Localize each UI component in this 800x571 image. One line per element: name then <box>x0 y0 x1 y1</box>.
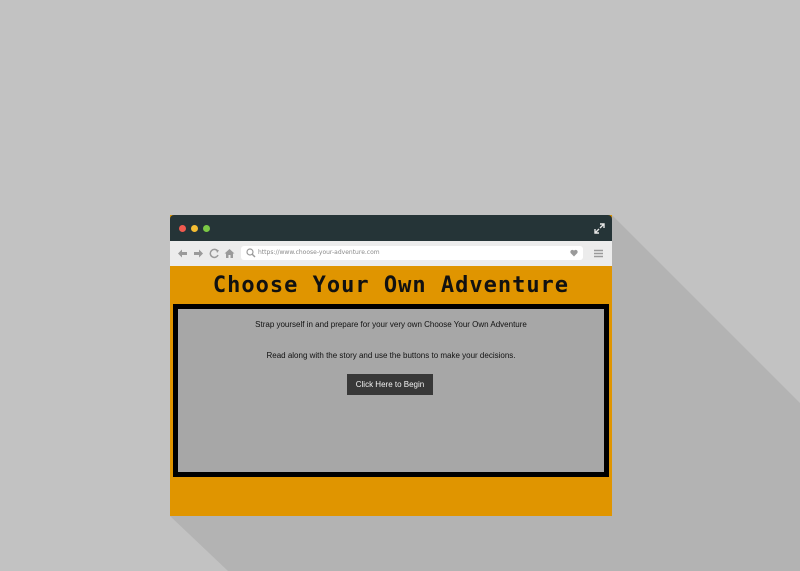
back-arrow-icon[interactable] <box>177 248 188 259</box>
menu-icon[interactable] <box>594 249 603 258</box>
page-footer <box>170 477 612 516</box>
instruction-text: Read along with the story and use the bu… <box>266 351 516 360</box>
minimize-window-button[interactable] <box>191 225 198 232</box>
zoom-window-button[interactable] <box>203 225 210 232</box>
page-title: Choose Your Own Adventure <box>212 272 570 298</box>
begin-button[interactable]: Click Here to Begin <box>347 374 433 395</box>
home-icon[interactable] <box>224 248 235 259</box>
page-header: Choose Your Own Adventure <box>170 266 612 304</box>
address-bar[interactable]: https://www.choose-your-adventure.com <box>241 246 583 260</box>
heart-icon[interactable] <box>570 249 578 257</box>
expand-icon[interactable] <box>594 223 605 234</box>
forward-arrow-icon[interactable] <box>193 248 204 259</box>
reload-icon[interactable] <box>209 248 220 259</box>
search-icon <box>246 248 256 258</box>
browser-navbar: https://www.choose-your-adventure.com <box>170 241 612 266</box>
story-panel: Strap yourself in and prepare for your v… <box>173 304 609 477</box>
address-bar-url: https://www.choose-your-adventure.com <box>258 249 380 256</box>
browser-titlebar <box>170 215 612 241</box>
intro-text: Strap yourself in and prepare for your v… <box>255 320 527 329</box>
close-window-button[interactable] <box>179 225 186 232</box>
browser-window: https://www.choose-your-adventure.com Ch… <box>170 215 612 516</box>
